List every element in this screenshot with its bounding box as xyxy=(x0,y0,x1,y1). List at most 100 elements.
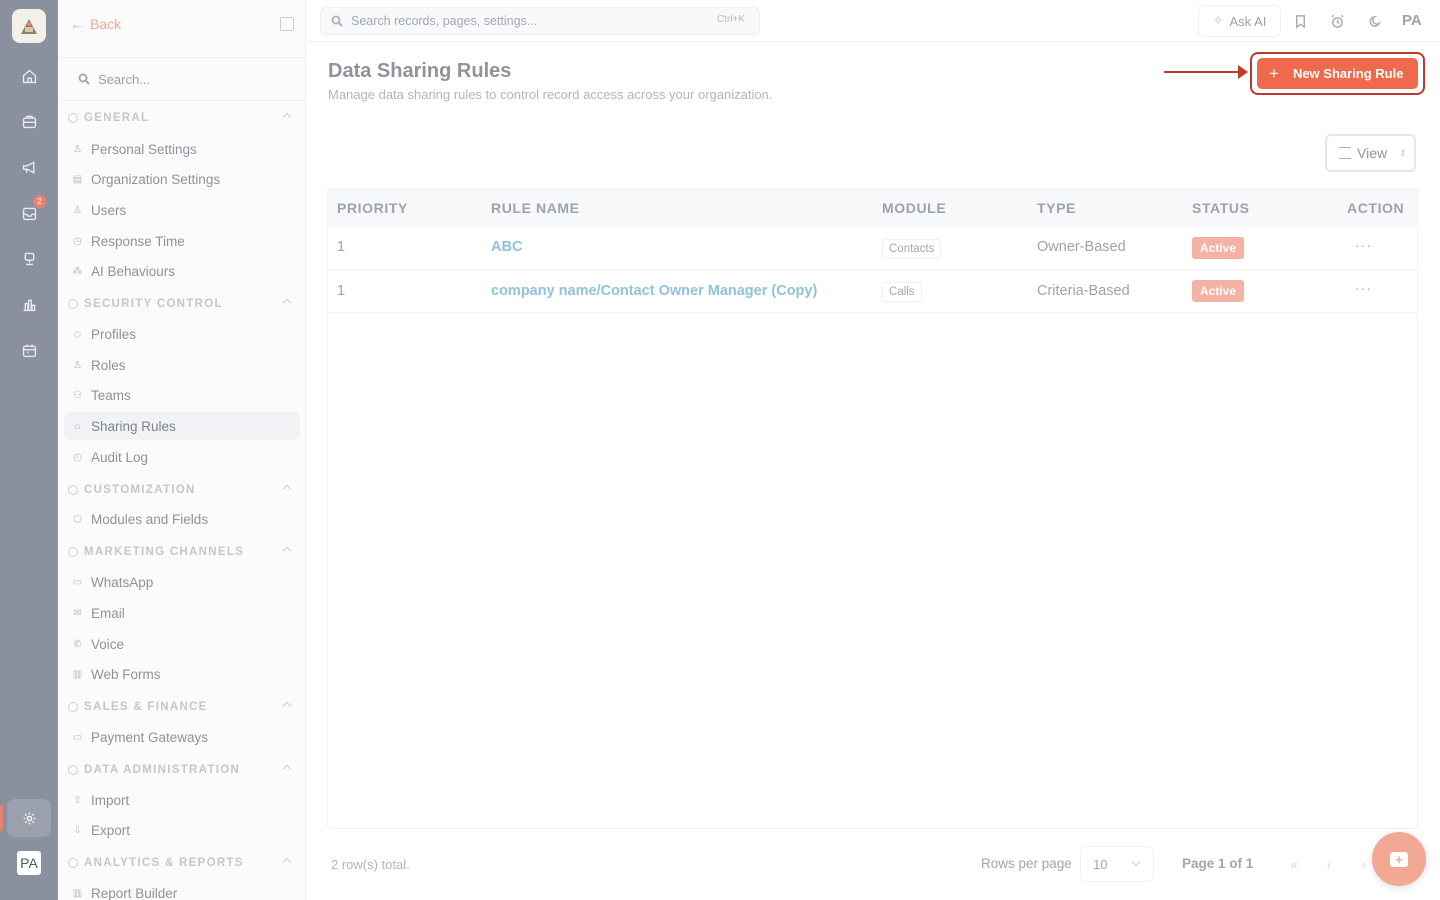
table-header: PRIORITY RULE NAME MODULE TYPE STATUS AC… xyxy=(328,189,1419,227)
section-title: ANALYTICS & REPORTS xyxy=(84,857,244,869)
megaphone-icon[interactable] xyxy=(19,157,39,177)
sidebar-item-whatsapp[interactable]: ▭ WhatsApp xyxy=(64,568,300,596)
new-sharing-rule-label: New Sharing Rule xyxy=(1292,66,1404,81)
briefcase-icon[interactable] xyxy=(19,111,39,131)
sharing-rules-table: PRIORITY RULE NAME MODULE TYPE STATUS AC… xyxy=(327,188,1419,829)
column-header-type[interactable]: TYPE xyxy=(1037,200,1076,216)
priority-cell: 1 xyxy=(337,239,346,255)
sidebar-item-sharing-rules[interactable]: ⌂ Sharing Rules xyxy=(64,412,300,440)
sidebar-item-label: WhatsApp xyxy=(91,574,154,590)
settings-rail-button[interactable] xyxy=(0,799,51,837)
app-rail: 2 PA xyxy=(0,0,58,900)
chevron-up-icon xyxy=(282,764,292,774)
sidebar-item-organization-settings[interactable]: ▤ Organization Settings xyxy=(64,165,300,193)
view-options-button[interactable]: View ⇕ xyxy=(1325,134,1416,172)
app-logo[interactable] xyxy=(12,9,46,43)
back-label: Back xyxy=(90,16,122,32)
sidebar-item-roles[interactable]: ♙ Roles xyxy=(64,351,300,379)
chevron-up-icon xyxy=(282,857,292,867)
home-icon[interactable] xyxy=(19,66,39,86)
section-analytics-reports[interactable]: ANALYTICS & REPORTS xyxy=(68,857,296,869)
team-icon: ⚇ xyxy=(73,389,82,401)
collapse-sidebar-icon[interactable] xyxy=(280,17,294,31)
sidebar-item-personal-settings[interactable]: ♙ Personal Settings xyxy=(64,135,300,163)
calendar-icon[interactable] xyxy=(19,340,39,360)
search-shortcut: Ctrl+K xyxy=(716,14,745,25)
section-data-administration[interactable]: DATA ADMINISTRATION xyxy=(68,764,296,776)
back-button[interactable]: ← Back xyxy=(70,16,121,32)
table-row[interactable]: 1 company name/Contact Owner Manager (Co… xyxy=(328,270,1419,313)
alarm-clock-icon[interactable] xyxy=(1328,12,1346,30)
bookmark-icon[interactable] xyxy=(1291,12,1309,30)
rule-name-link[interactable]: company name/Contact Owner Manager (Copy… xyxy=(491,283,817,299)
column-header-priority[interactable]: PRIORITY xyxy=(337,200,408,216)
view-label: View xyxy=(1357,145,1388,161)
notification-badge: 2 xyxy=(33,195,46,208)
rows-per-page-label: Rows per page xyxy=(981,856,1072,871)
global-search-placeholder: Search records, pages, settings... xyxy=(351,14,538,28)
chat-bot-icon[interactable] xyxy=(19,248,39,268)
sidebar-item-label: Personal Settings xyxy=(91,141,197,157)
sidebar-item-teams[interactable]: ⚇ Teams xyxy=(64,381,300,409)
rule-name-link[interactable]: ABC xyxy=(491,239,522,255)
row-actions-menu[interactable]: ··· xyxy=(1355,280,1372,296)
global-search-input[interactable]: Search records, pages, settings... Ctrl+… xyxy=(320,7,760,35)
sidebar-item-report-builder[interactable]: ▥ Report Builder xyxy=(64,879,300,900)
section-marketing-channels[interactable]: MARKETING CHANNELS xyxy=(68,546,296,558)
bar-chart-icon: ▥ xyxy=(72,887,83,899)
column-header-action: ACTION xyxy=(1347,200,1405,216)
chevron-up-icon xyxy=(282,484,292,494)
user-menu[interactable]: PA xyxy=(1402,12,1422,29)
chat-support-button[interactable]: + xyxy=(1372,832,1426,886)
chevron-up-icon xyxy=(282,546,292,556)
sidebar-item-response-time[interactable]: ◷ Response Time xyxy=(64,227,300,255)
module-badge: Contacts xyxy=(882,239,942,259)
first-page-button[interactable]: « xyxy=(1282,852,1306,876)
sidebar-item-profiles[interactable]: ◇ Profiles xyxy=(64,320,300,348)
moon-icon[interactable] xyxy=(1366,12,1384,30)
row-actions-menu[interactable]: ··· xyxy=(1355,237,1372,253)
column-header-module[interactable]: MODULE xyxy=(882,200,946,216)
credit-card-icon: ▭ xyxy=(72,731,83,743)
column-header-rule-name[interactable]: RULE NAME xyxy=(491,200,580,216)
sidebar-item-label: Roles xyxy=(91,357,126,373)
wand-icon: ⁂ xyxy=(72,265,83,277)
sidebar-item-export[interactable]: ⇩ Export xyxy=(64,816,300,844)
sidebar-item-audit-log[interactable]: ◴ Audit Log xyxy=(64,443,300,471)
column-header-status[interactable]: STATUS xyxy=(1192,200,1250,216)
rows-per-page-select[interactable]: 10 xyxy=(1080,846,1154,882)
new-sharing-rule-button[interactable]: + New Sharing Rule xyxy=(1257,58,1418,89)
table-row[interactable]: 1 ABC Contacts Owner-Based Active ··· xyxy=(328,227,1419,270)
shield-icon: ◇ xyxy=(73,328,82,340)
ask-ai-button[interactable]: ✧ Ask AI xyxy=(1198,5,1281,37)
sidebar-item-label: Profiles xyxy=(91,326,137,342)
page-info: Page 1 of 1 xyxy=(1182,856,1254,871)
sidebar-search-input[interactable]: Search... xyxy=(58,57,305,101)
sidebar-item-users[interactable]: ♙ Users xyxy=(64,196,300,224)
sidebar-item-label: Organization Settings xyxy=(91,171,221,187)
shield-icon xyxy=(68,299,78,309)
section-customization[interactable]: CUSTOMIZATION xyxy=(68,484,296,496)
section-general[interactable]: GENERAL xyxy=(68,112,296,124)
type-cell: Criteria-Based xyxy=(1037,283,1130,299)
section-title: SECURITY CONTROL xyxy=(84,298,223,310)
bar-chart-icon[interactable] xyxy=(19,294,39,314)
user-avatar[interactable]: PA xyxy=(17,851,41,875)
sidebar-item-email[interactable]: ✉ Email xyxy=(64,599,300,627)
sidebar-item-label: Web Forms xyxy=(91,666,161,682)
sidebar-item-web-forms[interactable]: ▥ Web Forms xyxy=(64,660,300,688)
sliders-icon xyxy=(1339,147,1351,159)
search-icon xyxy=(331,15,343,27)
sidebar-item-modules-and-fields[interactable]: ⬡ Modules and Fields xyxy=(64,505,300,533)
sidebar-item-import[interactable]: ⇧ Import xyxy=(64,786,300,814)
annotation-arrow xyxy=(1164,65,1248,79)
previous-page-button[interactable]: ‹ xyxy=(1317,852,1341,876)
sidebar-item-ai-behaviours[interactable]: ⁂ AI Behaviours xyxy=(64,257,300,285)
section-sales-finance[interactable]: SALES & FINANCE xyxy=(68,701,296,713)
section-title: SALES & FINANCE xyxy=(84,701,208,713)
sidebar-item-voice[interactable]: ✆ Voice xyxy=(64,630,300,658)
sidebar-item-payment-gateways[interactable]: ▭ Payment Gateways xyxy=(64,723,300,751)
sparkle-icon: ✧ xyxy=(1212,13,1224,28)
section-security-control[interactable]: SECURITY CONTROL xyxy=(68,298,296,310)
plus-icon: + xyxy=(1269,63,1279,83)
